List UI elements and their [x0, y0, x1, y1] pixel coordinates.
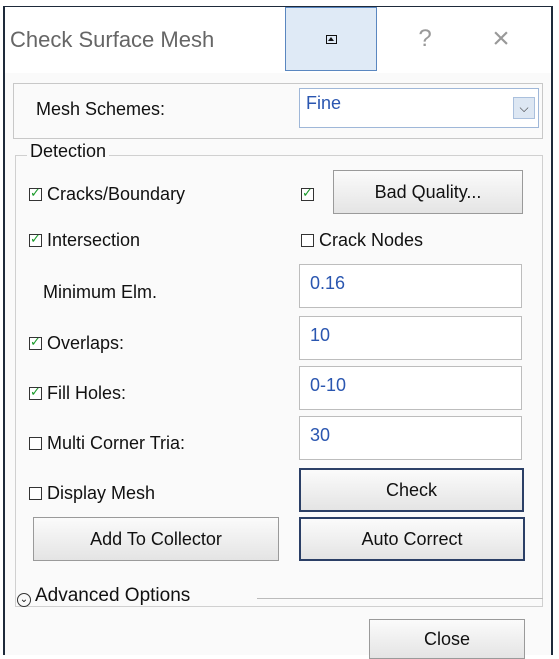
fill-holes-label: Fill Holes: — [47, 383, 127, 403]
cracks-boundary-checkbox[interactable]: Cracks/Boundary — [29, 184, 185, 205]
mesh-schemes-value: Fine — [306, 93, 342, 113]
check-button[interactable]: Check — [299, 468, 524, 512]
multi-corner-tria-checkbox[interactable]: Multi Corner Tria: — [29, 433, 185, 454]
check-icon — [301, 185, 314, 201]
chevron-down-icon[interactable]: ⌵ — [513, 97, 535, 119]
fill-holes-checkbox[interactable]: Fill Holes: — [29, 383, 126, 404]
check-button-label: Check — [385, 479, 438, 500]
advanced-separator — [257, 598, 543, 599]
close-icon: × — [492, 22, 510, 55]
mesh-schemes-select[interactable]: Fine ⌵ — [299, 88, 539, 128]
intersection-checkbox[interactable]: Intersection — [29, 230, 140, 251]
check-icon — [29, 334, 42, 350]
bad-quality-button[interactable]: Bad Quality... — [333, 170, 523, 214]
pin-button[interactable] — [285, 7, 377, 71]
advanced-options-toggle[interactable]: ⌄ Advanced Options — [17, 585, 190, 607]
check-icon — [29, 185, 42, 201]
add-to-collector-label: Add To Collector — [90, 528, 222, 549]
checkbox-box — [29, 437, 42, 450]
check-surface-mesh-dialog: Check Surface Mesh ? × Mesh Schemes: Fin… — [3, 6, 553, 659]
close-button-label: Close — [423, 628, 471, 649]
multi-corner-tria-label: Multi Corner Tria: — [47, 433, 186, 453]
help-icon: ? — [418, 25, 432, 52]
checkbox-box — [301, 234, 314, 247]
crack-nodes-label: Crack Nodes — [319, 230, 424, 250]
mesh-schemes-label: Mesh Schemes: — [36, 99, 166, 119]
window-title: Check Surface Mesh — [10, 27, 215, 52]
minimum-elm-input[interactable]: 0.16 — [299, 264, 522, 308]
fill-holes-input[interactable]: 0-10 — [299, 366, 522, 410]
chevron-down-icon: ⌄ — [17, 593, 31, 607]
restore-pin-icon — [325, 34, 337, 44]
advanced-options-label: Advanced Options — [35, 585, 191, 606]
multi-corner-tria-input[interactable]: 30 — [299, 416, 522, 460]
overlaps-label: Overlaps: — [47, 333, 125, 353]
add-to-collector-button[interactable]: Add To Collector — [33, 517, 279, 561]
close-window-button[interactable]: × — [455, 7, 547, 71]
detection-group-title: Detection — [27, 141, 110, 162]
check-icon — [29, 384, 42, 400]
display-mesh-label: Display Mesh — [47, 483, 156, 503]
bad-quality-label: Bad Quality... — [374, 181, 482, 202]
cracks-boundary-label: Cracks/Boundary — [47, 184, 186, 204]
close-button[interactable]: Close — [369, 619, 525, 659]
auto-correct-label: Auto Correct — [361, 528, 463, 549]
mesh-schemes-panel: Mesh Schemes: Fine ⌵ — [13, 83, 543, 139]
title-bar: Check Surface Mesh ? × — [5, 7, 551, 73]
checkbox-box — [29, 487, 42, 500]
minimum-elm-label: Minimum Elm. — [43, 282, 158, 302]
auto-correct-button[interactable]: Auto Correct — [299, 517, 525, 561]
bad-quality-checkbox[interactable] — [301, 184, 319, 205]
intersection-label: Intersection — [47, 230, 141, 250]
overlaps-input[interactable]: 10 — [299, 316, 522, 360]
display-mesh-checkbox[interactable]: Display Mesh — [29, 483, 155, 504]
crack-nodes-checkbox[interactable]: Crack Nodes — [301, 230, 423, 251]
overlaps-checkbox[interactable]: Overlaps: — [29, 333, 124, 354]
check-icon — [29, 231, 42, 247]
